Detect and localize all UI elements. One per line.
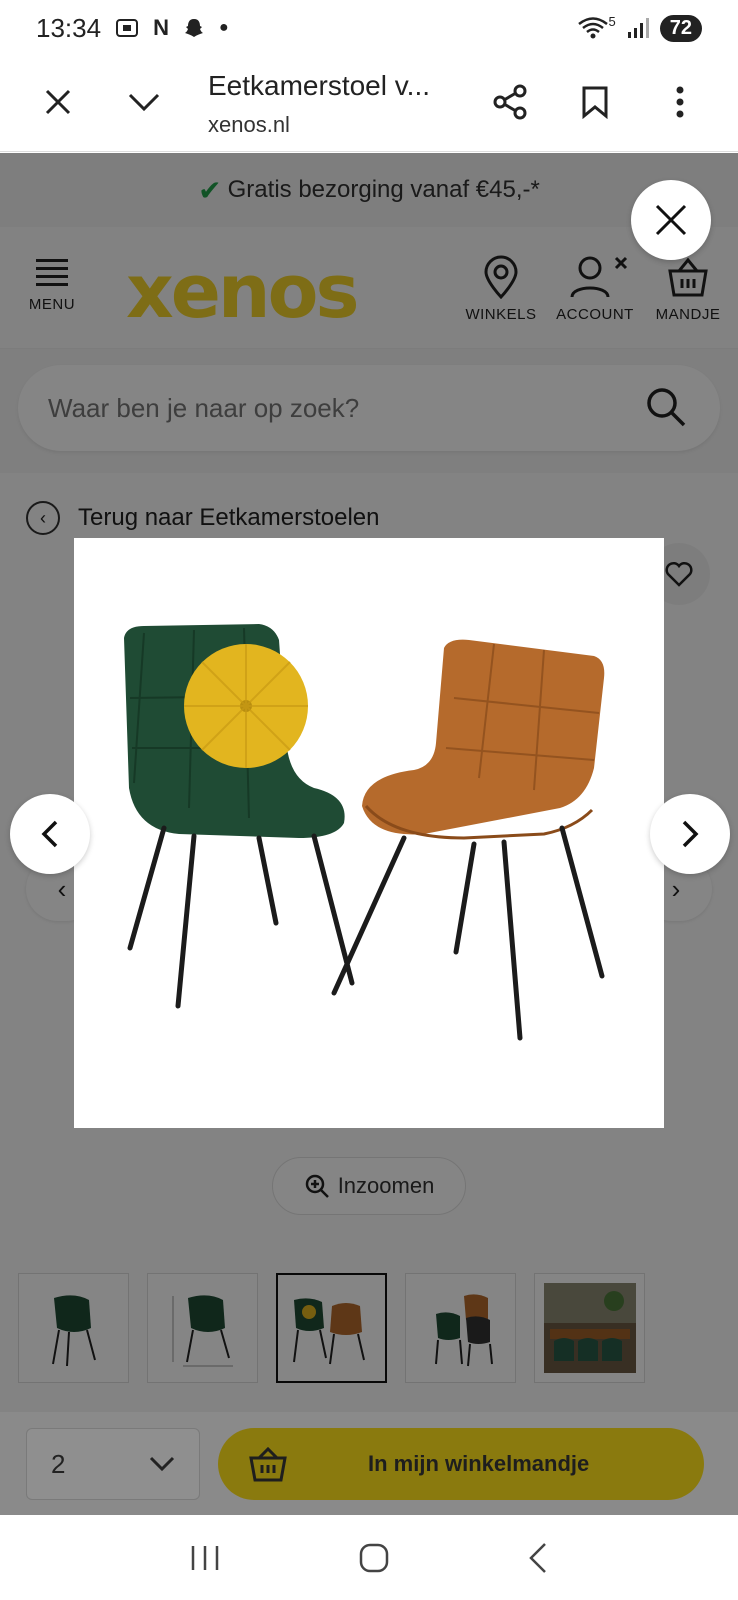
home-icon[interactable] (358, 1542, 390, 1574)
page-title: Eetkamerstoel v... (208, 70, 431, 101)
bookmark-button[interactable] (571, 78, 619, 126)
basket-icon (249, 1446, 287, 1482)
modal-next-button[interactable] (650, 794, 730, 874)
share-button[interactable] (486, 78, 534, 126)
chevron-down-icon (128, 93, 160, 112)
recent-apps-icon[interactable] (189, 1544, 221, 1572)
more-options-button[interactable] (656, 78, 704, 126)
netflix-icon: N (153, 15, 169, 40)
status-time: 13:34 (36, 12, 102, 43)
signal-icon (627, 18, 649, 38)
battery-indicator: 72 (659, 14, 702, 42)
minimize-button[interactable] (120, 78, 168, 126)
more-vertical-icon (676, 86, 684, 118)
close-tab-button[interactable] (34, 78, 82, 126)
system-navigation-bar (0, 1515, 738, 1600)
close-icon (655, 204, 687, 236)
browser-toolbar: Eetkamerstoel v... xenos.nl (0, 56, 738, 152)
add-to-cart-label: In mijn winkelmandje (368, 1451, 590, 1476)
close-icon (45, 89, 71, 115)
bookmark-icon (582, 86, 608, 119)
back-icon[interactable] (527, 1542, 549, 1574)
status-bar: 13:34 N ● 5 72 (0, 0, 738, 56)
chairs-product-photo (124, 624, 605, 1041)
add-to-cart-bar: 2 In mijn winkelmandje (0, 1412, 738, 1515)
close-gallery-button[interactable] (631, 180, 711, 260)
chevron-left-icon (41, 820, 58, 848)
notification-icons: N ● (115, 15, 229, 41)
add-to-cart-button[interactable]: In mijn winkelmandje (218, 1428, 704, 1500)
chevron-right-icon (682, 820, 699, 848)
chevron-down-icon (149, 1456, 175, 1472)
share-icon (493, 84, 527, 120)
wifi-icon (577, 17, 608, 39)
system-icons: 5 72 (577, 13, 702, 42)
quantity-select[interactable]: 2 (26, 1428, 200, 1500)
dot-icon: ● (218, 19, 229, 36)
modal-prev-button[interactable] (10, 794, 90, 874)
quantity-value: 2 (51, 1448, 66, 1479)
screenshot-icon (116, 19, 139, 37)
snapchat-icon (184, 19, 203, 37)
page-url: xenos.nl (208, 112, 290, 137)
wifi-badge: 5 (608, 13, 616, 29)
product-image-large (74, 538, 664, 1128)
